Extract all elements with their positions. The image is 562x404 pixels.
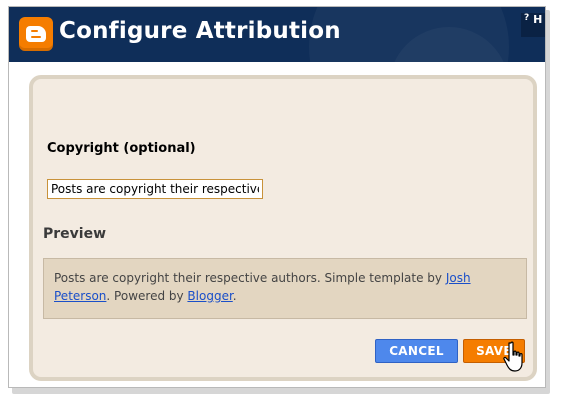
- cancel-button[interactable]: CANCEL: [375, 339, 458, 363]
- preview-text: .: [232, 289, 237, 303]
- preview-text: Posts are copyright their respective aut…: [54, 271, 446, 285]
- blogger-logo-icon: [19, 17, 53, 51]
- help-link[interactable]: ? H: [521, 13, 545, 37]
- help-label: H: [533, 13, 543, 26]
- preview-heading: Preview: [43, 226, 107, 242]
- help-icon: ?: [524, 13, 530, 23]
- hand-pointer-icon: [503, 341, 523, 372]
- title-bar: Configure Attribution ? H: [9, 7, 545, 62]
- blogger-link[interactable]: Blogger: [187, 289, 232, 303]
- dialog-title: Configure Attribution: [59, 18, 341, 44]
- preview-text: . Powered by: [106, 289, 188, 303]
- blogger-b-glyph: [26, 26, 46, 42]
- copyright-label: Copyright (optional): [47, 141, 196, 156]
- attribution-panel: Copyright (optional) Preview Posts are c…: [29, 75, 537, 381]
- copyright-input[interactable]: [47, 179, 263, 199]
- dialog-window: Configure Attribution ? H Copyright (opt…: [8, 6, 546, 388]
- preview-box: Posts are copyright their respective aut…: [43, 258, 527, 319]
